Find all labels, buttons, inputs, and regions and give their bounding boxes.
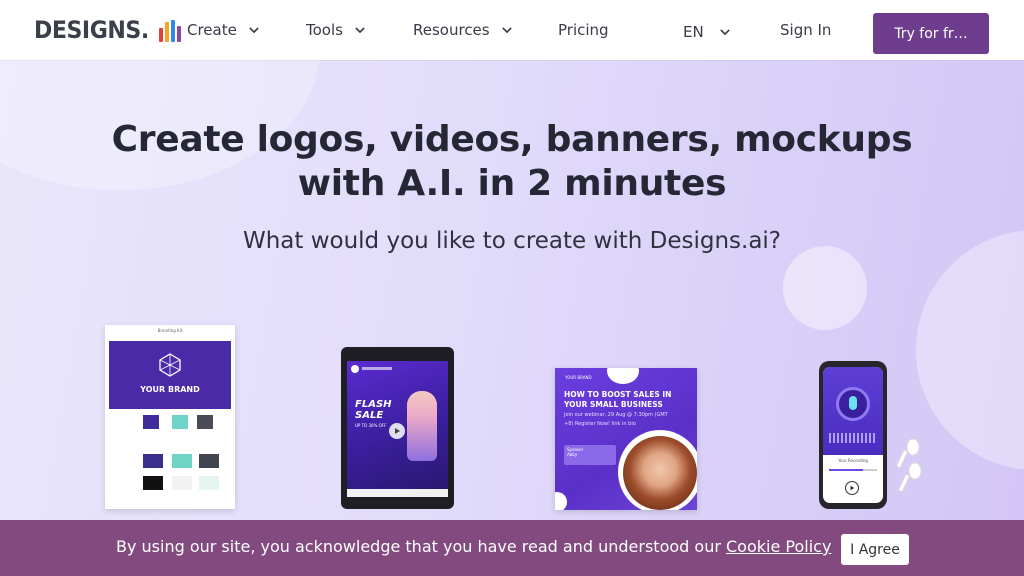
video-preview: FLASH SALE UP TO 30% OFF	[347, 361, 448, 489]
top-nav: DESIGNS. Create Tools Resources Pricing …	[0, 0, 1024, 60]
color-swatch	[172, 415, 188, 429]
recording-label: Your Recording	[838, 458, 868, 463]
nav-create-label: Create	[187, 21, 237, 39]
hero-section: Create logos, videos, banners, mockups w…	[0, 60, 1024, 520]
hero-title-line-2: with A.I. in 2 minutes	[297, 163, 727, 204]
speaker-photo	[623, 436, 697, 510]
banner-maker-card[interactable]: YOUR BRAND HOW TO BOOST SALES IN YOUR SM…	[555, 368, 697, 510]
language-label: EN	[683, 23, 704, 41]
brand-logo-icon	[159, 353, 181, 377]
agree-button[interactable]: I Agree	[841, 534, 909, 565]
cookie-message: By using our site, you acknowledge that …	[116, 537, 831, 556]
color-swatch	[143, 415, 159, 429]
chevron-down-icon	[501, 25, 512, 35]
play-icon	[845, 481, 859, 495]
nav-pricing-label: Pricing	[558, 21, 609, 39]
logo-variant	[172, 476, 192, 490]
brand-kit-card[interactable]: Branding Kit YOUR BRAND	[105, 325, 235, 509]
person-figure	[407, 391, 437, 461]
logo-variant	[143, 476, 163, 490]
brand-kit-header: YOUR BRAND	[109, 341, 231, 409]
nav-resources[interactable]: Resources	[413, 19, 512, 41]
banner-headline: HOW TO BOOST SALES IN YOUR SMALL BUSINES…	[564, 390, 672, 409]
banner-brand: YOUR BRAND	[565, 375, 592, 380]
sign-in-link[interactable]: Sign In	[780, 21, 831, 39]
video-headline-line-1: FLASH	[355, 399, 392, 410]
decorative-circle	[783, 246, 867, 330]
progress-track	[829, 469, 877, 471]
earbuds-icon	[896, 438, 922, 492]
video-headline-line-2: SALE	[355, 410, 384, 421]
audio-maker-card[interactable]: Your Recording	[819, 361, 887, 509]
brand-kit-doc-title: Branding Kit	[157, 328, 183, 333]
video-maker-card[interactable]: FLASH SALE UP TO 30% OFF	[341, 347, 454, 509]
cookie-banner: By using our site, you acknowledge that …	[0, 520, 1024, 576]
phone-screen: Your Recording	[823, 367, 883, 503]
waveform	[829, 433, 877, 443]
chevron-down-icon	[249, 25, 259, 35]
try-for-free-button[interactable]: Try for fr…	[873, 13, 989, 54]
nav-resources-label: Resources	[413, 21, 490, 39]
video-subline: UP TO 30% OFF	[355, 423, 387, 428]
logo-variant	[199, 454, 219, 468]
cookie-text: By using our site, you acknowledge that …	[116, 537, 721, 556]
video-headline: FLASH SALE	[355, 399, 392, 421]
microphone-icon	[836, 387, 870, 421]
logo-wordmark: DESIGNS.	[34, 16, 149, 44]
chevron-down-icon	[719, 27, 730, 37]
speaker-box: Speaker Abby	[564, 445, 616, 465]
hero-title-line-1: Create logos, videos, banners, mockups	[111, 119, 913, 160]
nav-pricing[interactable]: Pricing	[558, 19, 609, 41]
progress-fill	[829, 469, 863, 471]
video-controls	[347, 489, 448, 497]
cookie-policy-link[interactable]: Cookie Policy	[726, 537, 831, 556]
nav-tools[interactable]: Tools	[306, 19, 365, 41]
play-icon	[389, 423, 405, 439]
nav-tools-label: Tools	[306, 21, 343, 39]
microphone-capsule	[849, 396, 857, 410]
decorative-circle	[607, 368, 639, 384]
speaker-name: Abby	[567, 452, 578, 457]
chevron-down-icon	[355, 25, 365, 35]
logo-variant	[143, 454, 163, 468]
try-button-label: Try for fr…	[894, 25, 968, 42]
logo-ai-mark	[158, 18, 181, 42]
color-swatch	[197, 415, 213, 429]
brand-kit-brand-label: YOUR BRAND	[140, 385, 200, 394]
avatar	[351, 365, 359, 373]
logo-variant	[199, 476, 219, 490]
hero-subtitle: What would you like to create with Desig…	[242, 228, 782, 254]
banner-body: Join our webinar, 29 Aug @ 7:30pm (GMT +…	[564, 412, 668, 427]
nav-create[interactable]: Create	[187, 19, 259, 41]
text-placeholder	[362, 367, 392, 370]
logo[interactable]: DESIGNS.	[34, 15, 181, 45]
hero-title: Create logos, videos, banners, mockups w…	[0, 118, 1024, 206]
decorative-circle	[916, 230, 1024, 470]
language-selector[interactable]: EN	[683, 21, 730, 43]
logo-variant	[172, 454, 192, 468]
audio-visual	[823, 367, 883, 455]
decorative-circle	[555, 492, 567, 510]
